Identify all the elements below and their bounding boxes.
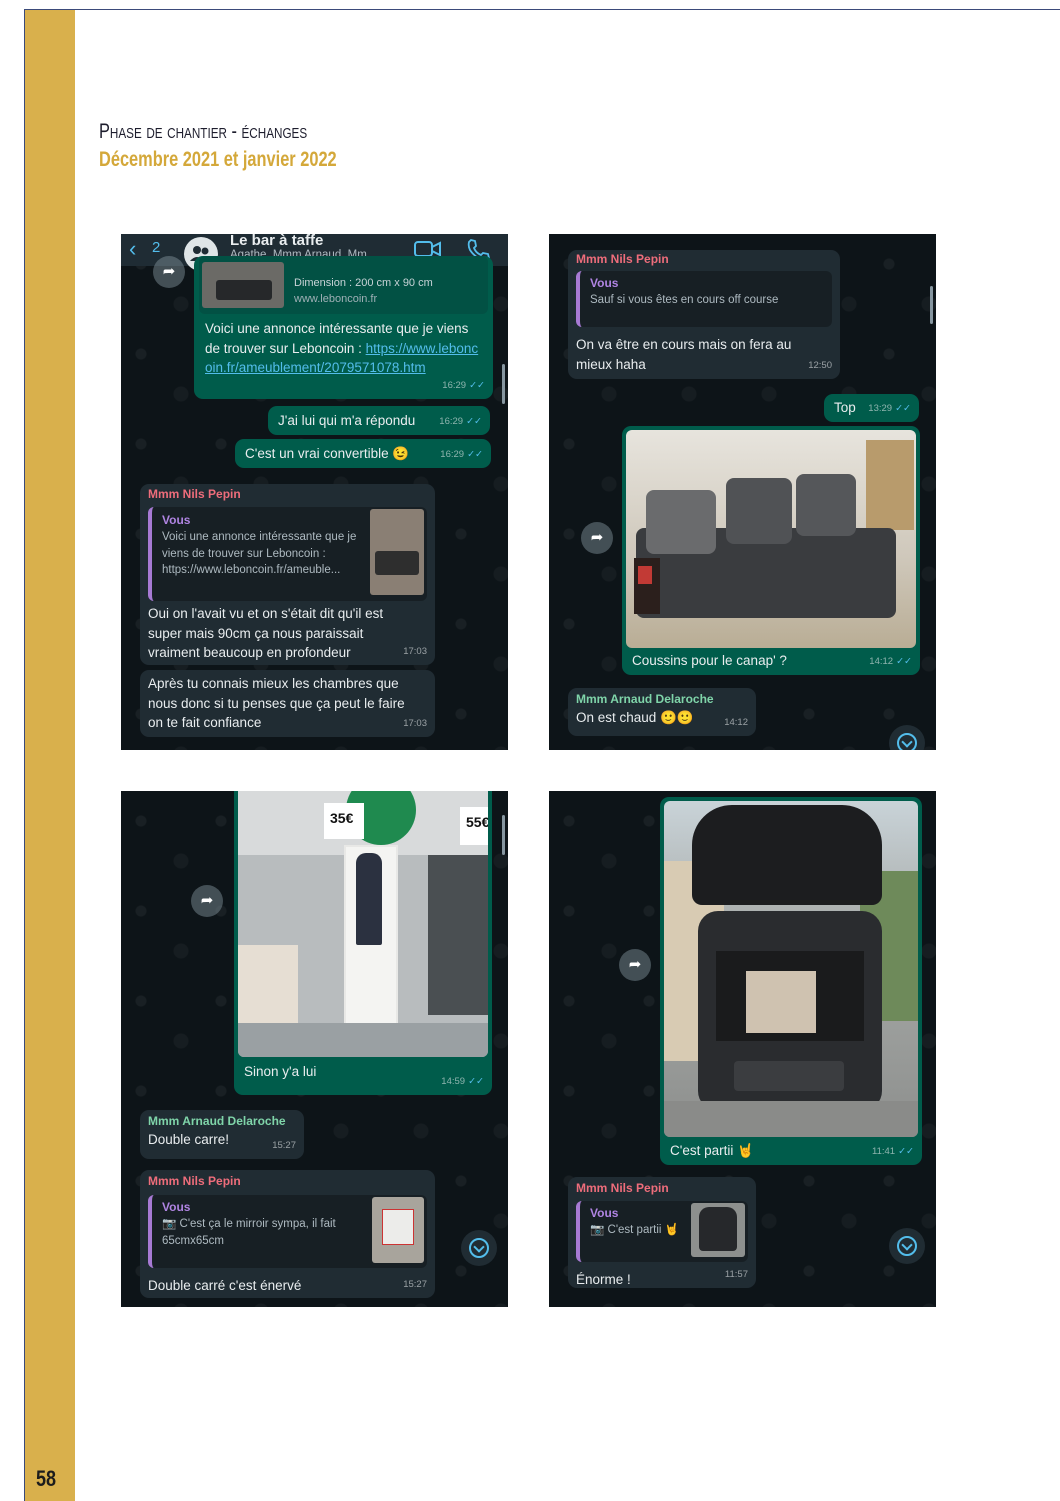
message-bubble[interactable]: Après tu connais mieux les chambres que … xyxy=(140,670,435,737)
sender-name: Mmm Nils Pepin xyxy=(148,487,241,501)
message-time: 16:29 ✓✓ xyxy=(442,379,485,391)
preview-thumbnail xyxy=(202,262,284,308)
quoted-thumbnail xyxy=(370,509,424,595)
message-time: 13:29 ✓✓ xyxy=(868,402,911,414)
back-chevron-icon[interactable]: ‹ xyxy=(129,236,136,262)
scroll-down-button[interactable] xyxy=(461,1230,497,1266)
message-time: 11:57 xyxy=(724,1268,748,1280)
chat-screenshot-1: ‹ 2 Le bar à taffe Agathe, Mmm Arnaud, M… xyxy=(121,234,508,750)
chat-screenshot-3: ➦ 35€ 55€ Sinon y'a lui 14:59 ✓✓ Mmm Arna… xyxy=(121,791,508,1307)
section-title: Phase de chantier - échanges xyxy=(99,120,308,143)
message-time: 16:29 ✓✓ xyxy=(439,415,482,427)
message-time: 11:41 ✓✓ xyxy=(872,1145,914,1157)
sofa-photo[interactable] xyxy=(626,430,916,648)
reply-message-bubble[interactable]: Mmm Nils Pepin Vous Voici une annonce in… xyxy=(140,484,435,665)
quoted-message[interactable]: Vous Voici une annonce intéressante que … xyxy=(148,507,427,601)
message-bubble[interactable]: J'ai lui qui m'a répondu 16:29 ✓✓ xyxy=(268,406,490,435)
scroll-down-button[interactable] xyxy=(889,1228,925,1264)
message-bubble[interactable]: C'est un vrai convertible 😉 16:29 ✓✓ xyxy=(235,439,491,468)
back-count[interactable]: 2 xyxy=(152,239,160,256)
forward-icon[interactable]: ➦ xyxy=(191,885,223,917)
scrollbar[interactable] xyxy=(502,815,505,855)
message-bubble[interactable]: Mmm Arnaud Delaroche On est chaud 🙂🙂 14:… xyxy=(568,688,756,736)
sender-name: Mmm Nils Pepin xyxy=(148,1174,241,1188)
message-bubble[interactable]: Mmm Arnaud Delaroche Double carre! 15:27 xyxy=(140,1110,304,1159)
message-time: 12:50 xyxy=(808,359,832,371)
sender-name: Mmm Arnaud Delaroche xyxy=(576,692,714,706)
message-time: 16:29 ✓✓ xyxy=(440,448,483,460)
chat-screenshot-2: Mmm Nils Pepin Vous Sauf si vous êtes en… xyxy=(549,234,936,750)
message-text: Double carré c'est énervé xyxy=(148,1278,302,1293)
quoted-thumbnail xyxy=(691,1203,745,1257)
section-subtitle: Décembre 2021 et janvier 2022 xyxy=(99,148,337,171)
message-time: 15:27 xyxy=(403,1278,427,1290)
preview-site: www.leboncoin.fr xyxy=(294,293,378,305)
forward-icon[interactable]: ➦ xyxy=(581,522,613,554)
chat-title[interactable]: Le bar à taffe xyxy=(230,234,323,249)
scrollbar[interactable] xyxy=(930,286,933,324)
message-time: 14:59 ✓✓ xyxy=(441,1075,484,1087)
forward-icon[interactable]: ➦ xyxy=(619,949,651,981)
message-bubble[interactable]: Top 13:29 ✓✓ xyxy=(824,394,919,422)
side-band xyxy=(25,10,75,1501)
message-time: 14:12 ✓✓ xyxy=(869,655,912,667)
preview-card[interactable]: Dimension : 200 cm x 90 cm www.leboncoin… xyxy=(199,256,488,314)
quoted-thumbnail xyxy=(372,1197,424,1263)
quoted-message[interactable]: Vous Sauf si vous êtes en cours off cour… xyxy=(576,271,832,327)
message-time: 14:12 xyxy=(724,716,748,728)
car-trunk-photo[interactable] xyxy=(664,801,918,1137)
message-text: On va être en cours mais on fera au mieu… xyxy=(576,337,792,372)
image-message-bubble[interactable]: C'est partii 🤘 11:41 ✓✓ xyxy=(660,797,922,1165)
page-number: 58 xyxy=(36,1466,57,1491)
message-text: Après tu connais mieux les chambres que … xyxy=(148,676,405,730)
quoted-message[interactable]: Vous 📷 C'est partii 🤘 xyxy=(576,1201,748,1262)
image-message-bubble[interactable]: Coussins pour le canap' ? 14:12 ✓✓ xyxy=(622,426,920,675)
image-caption: Sinon y'a lui xyxy=(244,1064,317,1079)
top-rule xyxy=(25,9,1060,10)
chat-screenshot-4: ➦ C'est partii 🤘 11:41 ✓✓ Mmm Nils Pepin … xyxy=(549,791,936,1307)
sender-name: Mmm Nils Pepin xyxy=(576,1181,669,1195)
mirror-photo[interactable]: 35€ 55€ xyxy=(238,791,488,1057)
message-text: On est chaud 🙂🙂 xyxy=(576,710,694,725)
message-time: 17:03 xyxy=(403,645,427,657)
message-text: Énorme ! xyxy=(576,1272,631,1287)
scroll-down-button[interactable] xyxy=(889,725,925,750)
reply-message-bubble[interactable]: Mmm Nils Pepin Vous Sauf si vous êtes en… xyxy=(568,250,840,379)
sender-name: Mmm Arnaud Delaroche xyxy=(148,1114,286,1128)
price-tag: 55€ xyxy=(466,814,488,830)
image-message-bubble[interactable]: 35€ 55€ Sinon y'a lui 14:59 ✓✓ xyxy=(234,791,492,1095)
reply-message-bubble[interactable]: Mmm Nils Pepin Vous 📷 C'est partii 🤘 Éno… xyxy=(568,1177,756,1288)
message-time: 17:03 xyxy=(403,717,427,729)
forward-icon[interactable]: ➦ xyxy=(153,256,185,288)
message-text: Oui on l'avait vu et on s'était dit qu'i… xyxy=(148,606,384,660)
image-caption: C'est partii 🤘 xyxy=(670,1143,754,1158)
read-ticks-icon: ✓✓ xyxy=(469,379,485,391)
reply-message-bubble[interactable]: Mmm Nils Pepin Vous 📷 C'est ça le mirroi… xyxy=(140,1170,435,1298)
message-time: 15:27 xyxy=(272,1139,296,1151)
image-caption: Coussins pour le canap' ? xyxy=(632,653,787,668)
sender-name: Mmm Nils Pepin xyxy=(576,252,669,266)
quoted-message[interactable]: Vous 📷 C'est ça le mirroir sympa, il fai… xyxy=(148,1195,427,1268)
price-tag: 35€ xyxy=(330,810,354,826)
scrollbar[interactable] xyxy=(502,364,505,404)
message-link-preview[interactable]: Dimension : 200 cm x 90 cm www.leboncoin… xyxy=(194,256,493,399)
